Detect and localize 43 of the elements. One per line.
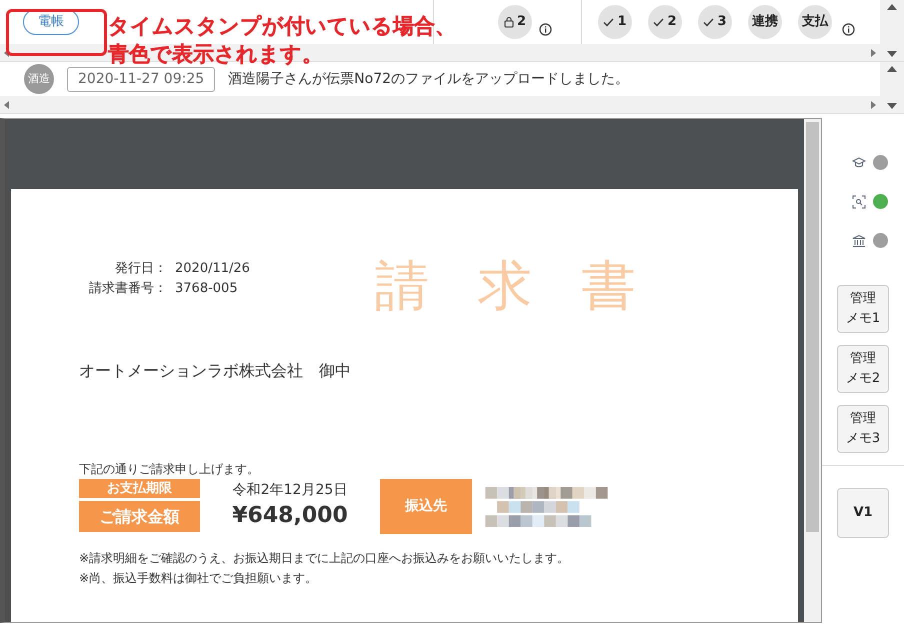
- activity-message: 酒造陽子さんが伝票No72のファイルをアップロードしました。: [228, 70, 630, 88]
- info-icon: [842, 22, 855, 36]
- check-button[interactable]: 2: [648, 5, 682, 39]
- note-text: ※尚、振込手数料は御社でご負担願います。: [79, 570, 318, 587]
- scroll-right-icon: [871, 100, 876, 108]
- bank-label: 振込先: [380, 479, 472, 534]
- scrollbar-thumb[interactable]: [806, 122, 819, 532]
- due-label: お支払期限: [79, 479, 200, 498]
- check-button[interactable]: 1: [598, 5, 632, 39]
- scroll-right-icon: [871, 48, 876, 56]
- scroll-up-icon: [887, 4, 897, 10]
- graduation-cap-icon: [852, 156, 866, 170]
- lock-icon: [504, 16, 514, 28]
- action-button[interactable]: 支払: [798, 5, 832, 39]
- scroll-up-icon: [887, 66, 897, 72]
- info-icon: [538, 22, 552, 36]
- check-button[interactable]: 3: [698, 5, 732, 39]
- issue-date: 2020/11/26: [175, 260, 250, 278]
- scroll-left-icon: [4, 48, 9, 56]
- intro-text: 下記の通りご請求申し上げます。: [79, 461, 260, 477]
- field-label: 発行日：: [114, 260, 167, 278]
- amount-label: ご請求金額: [79, 501, 200, 532]
- document-title: 請 求 書: [374, 253, 638, 319]
- invoice-number: 3768-005: [175, 280, 238, 298]
- version-button[interactable]: V1: [837, 488, 889, 538]
- memo-button[interactable]: 管理 メモ2: [837, 345, 889, 393]
- note-text: ※請求明細をご確認のうえ、お振込期日までに上記の口座へお振込みをお願いいたします。: [79, 550, 570, 567]
- action-button[interactable]: 連携: [748, 5, 782, 39]
- scroll-left-icon: [4, 100, 9, 108]
- memo-button[interactable]: 管理 メモ3: [837, 405, 889, 453]
- scroll-down-icon: [887, 103, 897, 109]
- due-date: 令和2年12月25日: [232, 481, 348, 500]
- user-avatar: 酒造: [24, 64, 54, 94]
- recipient: オートメーションラボ株式会社 御中: [79, 360, 352, 382]
- invoice-amount: ¥648,000: [232, 502, 348, 530]
- scan-icon: [852, 194, 866, 208]
- bank-icon: [852, 234, 866, 248]
- scroll-down-icon: [887, 51, 897, 57]
- memo-button[interactable]: 管理 メモ1: [837, 285, 889, 333]
- field-label: 請求書番号：: [88, 280, 167, 298]
- lock-count-button[interactable]: 2: [498, 5, 532, 39]
- annotation-text: タイムスタンプが付いている場合、 青色で表示されます。: [108, 13, 456, 68]
- timestamp: 2020-11-27 09:25: [67, 66, 216, 92]
